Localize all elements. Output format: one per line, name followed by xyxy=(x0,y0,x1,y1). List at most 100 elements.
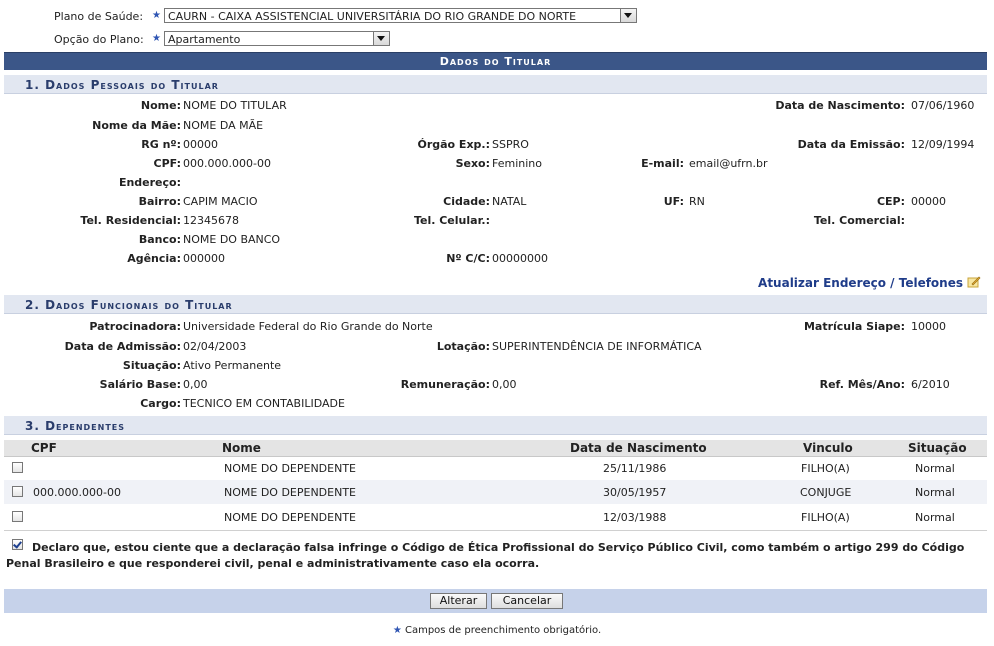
nascimento-label: Data de Nascimento: xyxy=(775,99,905,112)
nome-value: NOME DO TITULAR xyxy=(183,99,287,112)
dependente-nome: NOME DO DEPENDENTE xyxy=(224,511,356,524)
dependente-nascimento: 25/11/1986 xyxy=(603,462,667,475)
dependente-situacao: Normal xyxy=(915,511,955,524)
divider xyxy=(4,530,987,531)
emissao-value: 12/09/1994 xyxy=(911,138,975,151)
email-value: email@ufrn.br xyxy=(689,157,768,170)
siape-value: 10000 xyxy=(911,320,946,333)
agencia-label: Agência: xyxy=(127,252,181,265)
opcao-select-value: Apartamento xyxy=(168,33,241,46)
lotacao-value: SUPERINTENDÊNCIA DE INFORMÁTICA xyxy=(492,340,702,353)
rg-label: RG nº: xyxy=(141,138,181,151)
edit-note-icon[interactable] xyxy=(967,275,981,288)
chevron-down-icon[interactable] xyxy=(373,32,389,45)
agencia-value: 000000 xyxy=(183,252,225,265)
lotacao-label: Lotação: xyxy=(436,340,490,353)
siape-label: Matrícula Siape: xyxy=(803,320,905,333)
ref-mes-ano-label: Ref. Mês/Ano: xyxy=(819,378,905,391)
cidade-value: NATAL xyxy=(492,195,527,208)
mae-label: Nome da Mãe: xyxy=(92,119,181,132)
dependente-checkbox[interactable] xyxy=(12,486,23,497)
dependente-nome: NOME DO DEPENDENTE xyxy=(224,486,356,499)
section-title: 3. Dependentes xyxy=(25,419,126,433)
dependente-cpf: 000.000.000-00 xyxy=(33,486,121,499)
dependente-situacao: Normal xyxy=(915,462,955,475)
patrocinadora-label: Patrocinadora: xyxy=(89,320,181,333)
situacao-value: Ativo Permanente xyxy=(183,359,282,372)
table-row: NOME DO DEPENDENTE 12/03/1988 FILHO(A) N… xyxy=(4,505,987,529)
declaracao-label: Declaro que, estou ciente que a declaraç… xyxy=(6,541,965,570)
cep-label: CEP: xyxy=(876,195,905,208)
rg-value: 00000 xyxy=(183,138,218,151)
sexo-value: Feminino xyxy=(492,157,542,170)
orgao-value: SSPRO xyxy=(492,138,529,151)
endereco-label: Endereço: xyxy=(118,176,181,189)
section-dados-funcionais: 2. Dados Funcionais do Titular xyxy=(4,295,987,314)
dependente-checkbox[interactable] xyxy=(12,462,23,473)
admissao-value: 02/04/2003 xyxy=(183,340,247,353)
emissao-label: Data da Emissão: xyxy=(797,138,905,151)
section-title: 1. Dados Pessoais do Titular xyxy=(25,78,219,92)
cidade-label: Cidade: xyxy=(443,195,490,208)
opcao-label: Opção do Plano: xyxy=(54,33,144,46)
cpf-value: 000.000.000-00 xyxy=(183,157,271,170)
email-label: E-mail: xyxy=(641,157,684,170)
patrocinadora-value: Universidade Federal do Rio Grande do No… xyxy=(183,320,433,333)
opcao-select[interactable]: Apartamento xyxy=(164,31,390,46)
banco-value: NOME DO BANCO xyxy=(183,233,281,246)
cargo-label: Cargo: xyxy=(140,397,181,410)
required-star-icon: ★ xyxy=(152,10,161,21)
table-row: 000.000.000-00 NOME DO DEPENDENTE 30/05/… xyxy=(4,480,987,504)
salario-value: 0,00 xyxy=(183,378,208,391)
tel-residencial-label: Tel. Residencial: xyxy=(80,214,181,227)
col-cpf: CPF xyxy=(31,441,57,455)
admissao-label: Data de Admissão: xyxy=(64,340,181,353)
cancelar-button[interactable]: Cancelar xyxy=(491,593,563,609)
uf-value: RN xyxy=(689,195,705,208)
nome-label: Nome: xyxy=(140,99,181,112)
remuneracao-value: 0,00 xyxy=(492,378,517,391)
atualizar-endereco-link[interactable]: Atualizar Endereço / Telefones xyxy=(758,276,963,290)
section-title: 2. Dados Funcionais do Titular xyxy=(25,298,233,312)
col-vinculo: Vinculo xyxy=(803,441,853,455)
required-star-icon: ★ xyxy=(152,33,161,44)
situacao-label: Situação: xyxy=(122,359,181,372)
col-nascimento: Data de Nascimento xyxy=(570,441,707,455)
tel-residencial-value: 12345678 xyxy=(183,214,239,227)
tel-celular-label: Tel. Celular.: xyxy=(413,214,490,227)
tel-comercial-label: Tel. Comercial: xyxy=(813,214,905,227)
dependente-vinculo: CONJUGE xyxy=(800,486,852,499)
titular-panel: Dados do Titular 1. Dados Pessoais do Ti… xyxy=(4,52,987,613)
orgao-label: Órgão Exp.: xyxy=(417,138,490,151)
dependente-checkbox[interactable] xyxy=(12,511,23,522)
panel-caption: Dados do Titular xyxy=(4,52,987,70)
chevron-down-icon[interactable] xyxy=(620,9,636,22)
banco-label: Banco: xyxy=(138,233,181,246)
nascimento-value: 07/06/1960 xyxy=(911,99,975,112)
ref-mes-ano-value: 6/2010 xyxy=(911,378,950,391)
col-nome: Nome xyxy=(222,441,261,455)
required-note: ★ Campos de preenchimento obrigatório. xyxy=(0,625,994,636)
section-dependentes: 3. Dependentes xyxy=(4,416,987,435)
conta-label: Nº C/C: xyxy=(446,252,490,265)
conta-value: 00000000 xyxy=(492,252,548,265)
cpf-label: CPF: xyxy=(153,157,181,170)
alterar-button[interactable]: Alterar xyxy=(430,593,487,609)
form-footer: Alterar Cancelar xyxy=(4,589,987,613)
dependente-nome: NOME DO DEPENDENTE xyxy=(224,462,356,475)
bairro-value: CAPIM MACIO xyxy=(183,195,258,208)
mae-value: NOME DA MÃE xyxy=(183,119,264,132)
dependente-situacao: Normal xyxy=(915,486,955,499)
dependentes-table-header: CPF Nome Data de Nascimento Vinculo Situ… xyxy=(4,440,987,457)
plano-select[interactable]: CAURN - CAIXA ASSISTENCIAL UNIVERSITÁRIA… xyxy=(164,8,637,23)
col-situacao: Situação xyxy=(908,441,967,455)
required-star-icon: ★ xyxy=(392,625,402,636)
dependente-nascimento: 12/03/1988 xyxy=(603,511,667,524)
salario-label: Salário Base: xyxy=(99,378,181,391)
plano-select-value: CAURN - CAIXA ASSISTENCIAL UNIVERSITÁRIA… xyxy=(168,10,577,23)
sexo-label: Sexo: xyxy=(455,157,490,170)
dependente-vinculo: FILHO(A) xyxy=(801,511,850,524)
dependente-vinculo: FILHO(A) xyxy=(801,462,850,475)
uf-label: UF: xyxy=(663,195,684,208)
cep-value: 00000 xyxy=(911,195,946,208)
